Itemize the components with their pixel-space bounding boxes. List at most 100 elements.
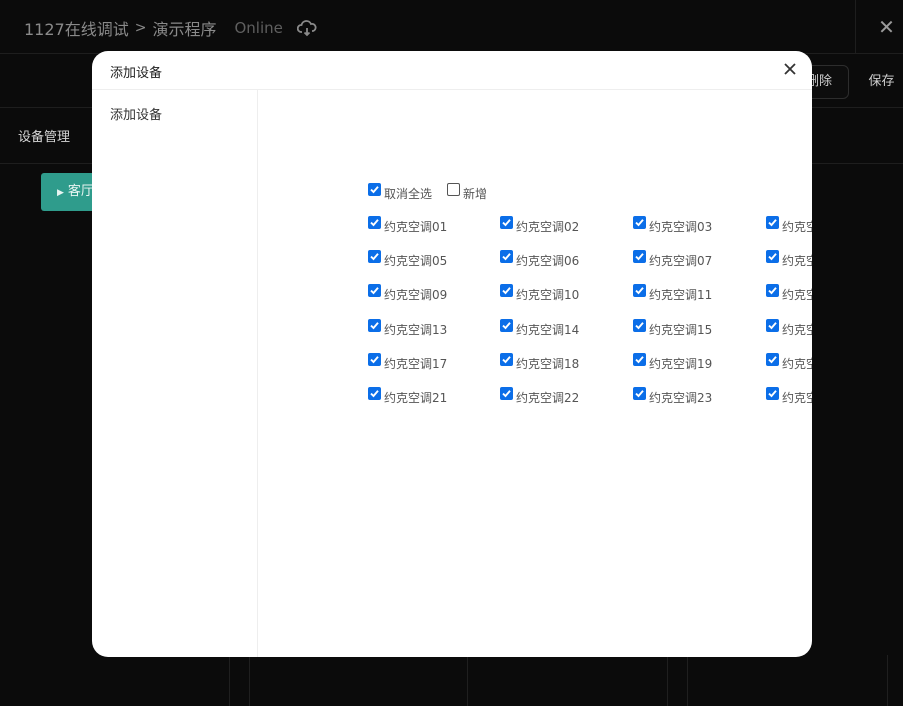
device-checkbox[interactable]: 约克空调20 bbox=[766, 353, 812, 372]
checkbox-checked-icon[interactable] bbox=[766, 216, 779, 229]
device-checkbox[interactable]: 约克空调14 bbox=[500, 319, 580, 338]
device-checkbox-label: 约克空调21 bbox=[384, 391, 448, 405]
room-button-label: 客厅 bbox=[67, 184, 94, 199]
column-divider bbox=[687, 655, 688, 706]
checkbox-checked-icon[interactable] bbox=[368, 353, 381, 366]
device-checkbox-label: 约克空调05 bbox=[384, 254, 448, 268]
device-checkbox-label: 约克空调09 bbox=[384, 288, 448, 302]
device-checkbox[interactable]: 约克空调16 bbox=[766, 319, 812, 338]
checkbox-checked-icon[interactable] bbox=[500, 353, 513, 366]
column-divider bbox=[467, 655, 468, 706]
checkbox-checked-icon[interactable] bbox=[368, 284, 381, 297]
device-checkbox-label: 约克空调18 bbox=[516, 357, 580, 371]
checkbox-checked-icon[interactable] bbox=[368, 216, 381, 229]
column-divider bbox=[229, 655, 230, 706]
sidebar-item-add-device[interactable]: 添加设备 bbox=[110, 104, 162, 123]
connection-status: Online bbox=[234, 19, 283, 37]
device-selection-panel: 添加 取消全选新增约克空调01约克空调02约克空调03约克空调04约克空调05约… bbox=[258, 90, 812, 657]
checkbox-checked-icon[interactable] bbox=[766, 387, 779, 400]
checkbox-checked-icon[interactable] bbox=[766, 284, 779, 297]
device-checkbox-label: 约克空调10 bbox=[516, 288, 580, 302]
close-app-icon[interactable]: ✕ bbox=[855, 0, 903, 54]
column-divider bbox=[667, 655, 668, 706]
dialog-title: 添加设备 bbox=[110, 66, 163, 81]
device-checkbox[interactable]: 约克空调21 bbox=[368, 387, 448, 406]
device-checkbox-label: 约克空调02 bbox=[516, 220, 580, 234]
device-checkbox[interactable]: 约克空调08 bbox=[766, 250, 812, 269]
device-checkbox-label: 约克空调03 bbox=[649, 220, 713, 234]
checkbox-checked-icon[interactable] bbox=[766, 250, 779, 263]
device-checkbox[interactable]: 约克空调01 bbox=[368, 216, 448, 235]
device-checkbox-label: 约克空调22 bbox=[516, 391, 580, 405]
toggle-all-checkbox-label: 取消全选 bbox=[384, 187, 433, 201]
device-checkbox-label: 约克空调06 bbox=[516, 254, 580, 268]
device-checkbox[interactable]: 约克空调05 bbox=[368, 250, 448, 269]
device-checkbox-label: 约克空调07 bbox=[649, 254, 713, 268]
breadcrumb-current: 演示程序 bbox=[152, 20, 217, 39]
checkbox-checked-icon[interactable] bbox=[633, 216, 646, 229]
device-checkbox[interactable]: 约克空调18 bbox=[500, 353, 580, 372]
device-checkbox-label: 约克空调11 bbox=[649, 288, 713, 302]
checkbox-checked-icon[interactable] bbox=[368, 319, 381, 332]
checkbox-checked-icon[interactable] bbox=[766, 353, 779, 366]
checkbox-checked-icon[interactable] bbox=[633, 387, 646, 400]
device-checkbox[interactable]: 约克空调09 bbox=[368, 284, 448, 303]
device-checkbox[interactable]: 约克空调10 bbox=[500, 284, 580, 303]
breadcrumb-root[interactable]: 1127在线调试 bbox=[24, 16, 129, 40]
dialog-header: 添加设备 bbox=[92, 51, 812, 90]
device-checkbox[interactable]: 约克空调22 bbox=[500, 387, 580, 406]
checkbox-unchecked-icon[interactable] bbox=[447, 183, 460, 196]
close-dialog-icon[interactable] bbox=[782, 61, 798, 77]
device-checkbox[interactable]: 约克空调23 bbox=[633, 387, 713, 406]
checkbox-checked-icon[interactable] bbox=[766, 319, 779, 332]
column-divider bbox=[887, 655, 888, 706]
tab-device-management[interactable]: 设备管理 bbox=[18, 126, 70, 145]
device-checkbox[interactable]: 约克空调06 bbox=[500, 250, 580, 269]
breadcrumb-separator: > bbox=[134, 20, 147, 36]
checkbox-checked-icon[interactable] bbox=[500, 387, 513, 400]
checkbox-checked-icon[interactable] bbox=[500, 216, 513, 229]
new-checkbox[interactable]: 新增 bbox=[447, 183, 488, 202]
new-checkbox-label: 新增 bbox=[463, 187, 488, 201]
save-button[interactable]: 保存 bbox=[860, 65, 903, 99]
device-checkbox[interactable]: 约克空调02 bbox=[500, 216, 580, 235]
toggle-all-checkbox[interactable]: 取消全选 bbox=[368, 183, 433, 202]
device-checkbox[interactable]: 约克空调11 bbox=[633, 284, 713, 303]
device-checkbox[interactable]: 约克空调19 bbox=[633, 353, 713, 372]
device-checkbox-label: 约克空调15 bbox=[649, 323, 713, 337]
caret-right-icon: ▶ bbox=[57, 188, 64, 198]
device-checkbox-label: 约克空调04 bbox=[782, 220, 812, 234]
checkbox-checked-icon[interactable] bbox=[500, 284, 513, 297]
checkbox-checked-icon[interactable] bbox=[368, 250, 381, 263]
checkbox-checked-icon[interactable] bbox=[633, 250, 646, 263]
checkbox-checked-icon[interactable] bbox=[500, 250, 513, 263]
breadcrumb: 1127在线调试 > 演示程序 Online bbox=[24, 16, 317, 40]
device-checkbox-label: 约克空调20 bbox=[782, 357, 812, 371]
device-checkbox[interactable]: 约克空调04 bbox=[766, 216, 812, 235]
device-checkbox-label: 约克空调24 bbox=[782, 391, 812, 405]
device-checkbox-label: 约克空调16 bbox=[782, 323, 812, 337]
device-checkbox[interactable]: 约克空调03 bbox=[633, 216, 713, 235]
checkbox-checked-icon[interactable] bbox=[500, 319, 513, 332]
checkbox-checked-icon[interactable] bbox=[633, 319, 646, 332]
device-checkbox[interactable]: 约克空调24 bbox=[766, 387, 812, 406]
dialog-sidebar: 添加设备 bbox=[92, 90, 258, 657]
device-checkbox-label: 约克空调13 bbox=[384, 323, 448, 337]
checkbox-checked-icon[interactable] bbox=[368, 387, 381, 400]
device-checkbox[interactable]: 约克空调07 bbox=[633, 250, 713, 269]
device-checkbox-label: 约克空调23 bbox=[649, 391, 713, 405]
checkbox-checked-icon[interactable] bbox=[633, 353, 646, 366]
device-checkbox[interactable]: 约克空调17 bbox=[368, 353, 448, 372]
device-checkbox-label: 约克空调19 bbox=[649, 357, 713, 371]
checkbox-checked-icon[interactable] bbox=[633, 284, 646, 297]
add-device-dialog: 添加设备 添加设备 添加 取消全选新增约克空调01约克空调02约克空调03约克空… bbox=[92, 51, 812, 657]
cloud-sync-icon[interactable] bbox=[296, 19, 317, 37]
top-bar: 1127在线调试 > 演示程序 Online ✕ bbox=[0, 0, 903, 54]
device-checkbox-label: 约克空调14 bbox=[516, 323, 580, 337]
device-checkbox[interactable]: 约克空调13 bbox=[368, 319, 448, 338]
checkbox-checked-icon[interactable] bbox=[368, 183, 381, 196]
device-checkbox[interactable]: 约克空调12 bbox=[766, 284, 812, 303]
device-checkbox[interactable]: 约克空调15 bbox=[633, 319, 713, 338]
device-checkbox-label: 约克空调17 bbox=[384, 357, 448, 371]
device-checkbox-label: 约克空调01 bbox=[384, 220, 448, 234]
